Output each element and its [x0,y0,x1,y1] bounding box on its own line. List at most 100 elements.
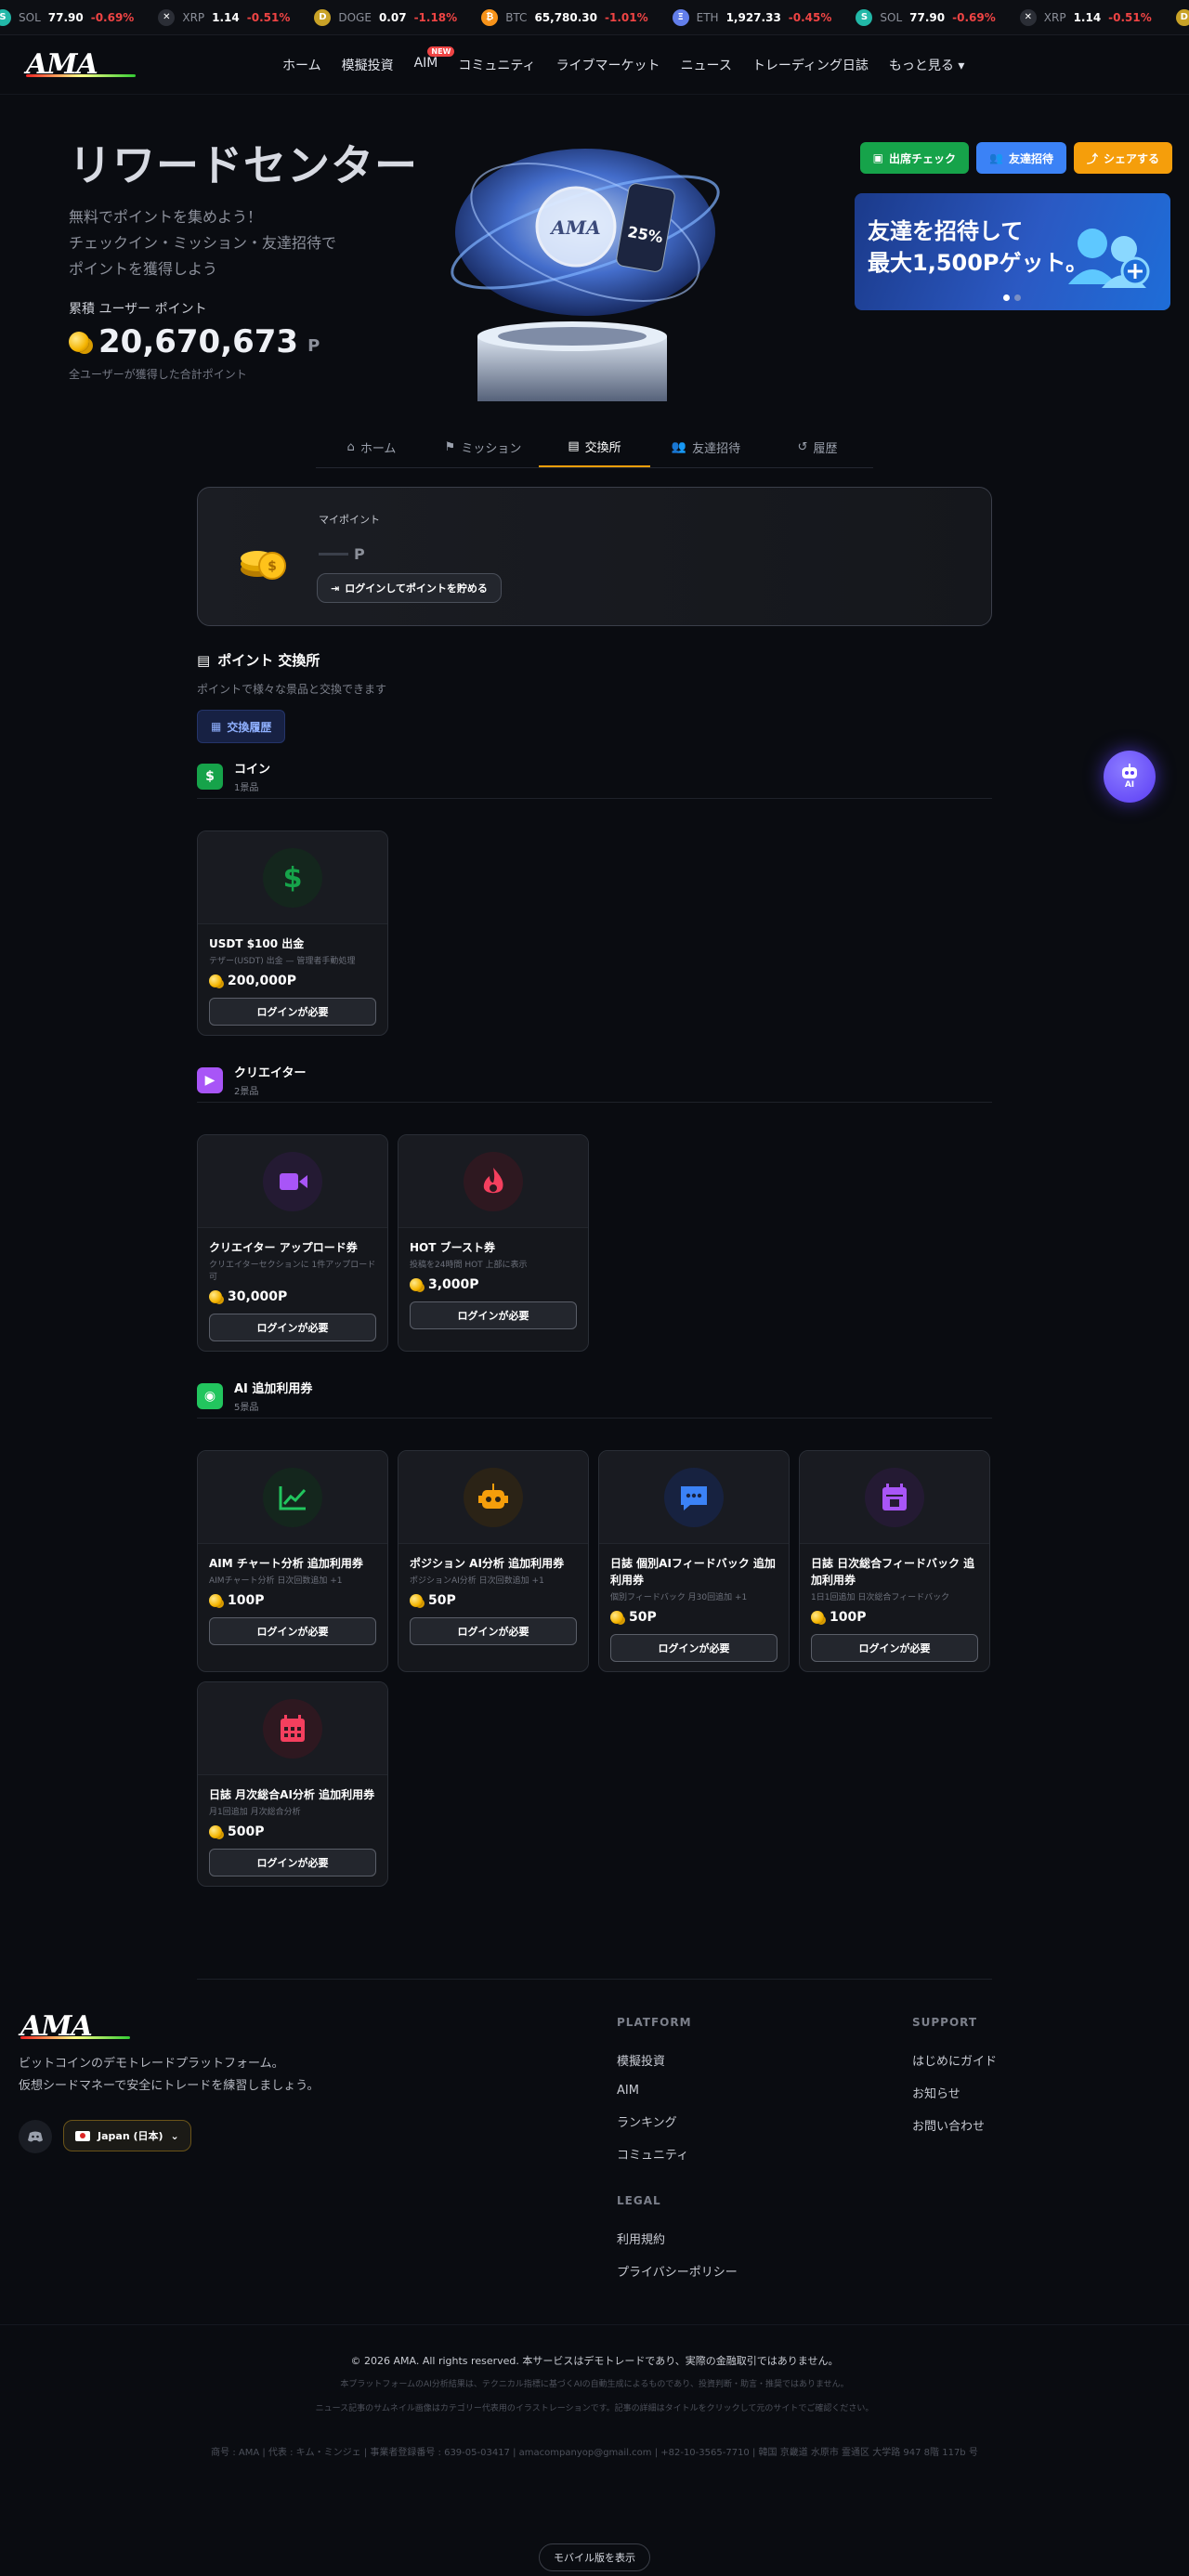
orb-logo-text: AMA [549,216,600,239]
product-card[interactable]: クリエイター アップロード券 クリエイターセクションに 1件アップロード可 30… [197,1134,388,1352]
product-card[interactable]: $ USDT $100 出金 テザー(USDT) 出金 — 管理者手動処理 20… [197,830,388,1036]
footer-desc-line: ビットコインのデモトレードプラットフォーム。 [19,2057,284,2071]
product-icon-wrap [263,1467,322,1527]
nav-more[interactable]: もっと見る ▾ [889,56,964,74]
share-icon: ⤴ [1086,151,1098,165]
ticker-item[interactable]: ₿ BTC 65,780.30 -1.01% [481,8,648,26]
chart-icon [279,1485,307,1510]
footer-support: SUPPORT はじめにガイド お知らせ お問い合わせ [912,2016,997,2149]
product-icon-wrap [464,1467,523,1527]
my-points-label: マイポイント [319,514,380,526]
tab-label: 交換所 [584,441,621,455]
login-required-button[interactable]: ログインが必要 [209,1849,376,1876]
tab-flag[interactable]: ⚑ ミッション [427,427,539,467]
category-icon: ◉ [197,1382,223,1409]
login-required-button[interactable]: ログインが必要 [410,1617,577,1645]
product-card[interactable]: AIM チャート分析 追加利用券 AIMチャート分析 日次回数追加 +1 100… [197,1450,388,1672]
login-required-button[interactable]: ログインが必要 [209,998,376,1026]
nav-home[interactable]: ホーム [282,56,321,74]
coin-icon: D [314,8,332,26]
history-icon: ↺ [797,440,808,454]
footer-desc-line: 仮想シードマネーで安全にトレードを練習しましょう。 [19,2079,320,2093]
category-count: 2景品 [234,1087,259,1097]
carousel-dot[interactable] [1003,294,1010,301]
home-icon: ⌂ [346,440,355,454]
login-required-button[interactable]: ログインが必要 [610,1634,777,1662]
login-required-button[interactable]: ログインが必要 [209,1617,376,1645]
ai-chat-button[interactable]: AI [1104,751,1156,803]
exchange-history-button[interactable]: ▦ 交換履歴 [197,710,286,743]
tab-label: 履歴 [813,442,838,456]
product-desc: 投稿を24時間 HOT 上部に表示 [410,1261,528,1270]
ticker-item[interactable]: D DOGE 0.07 -1.18% [314,8,457,26]
ticker-item[interactable]: S SOL 77.90 -0.69% [0,8,134,26]
footer-link[interactable]: ランキング [617,2112,692,2130]
coin-icon: ✕ [158,8,176,26]
nav-trading-journal[interactable]: トレーディング日誌 [752,56,869,74]
login-required-button[interactable]: ログインが必要 [811,1634,978,1662]
footer-logo[interactable]: AMA [20,2010,132,2043]
cumulative-note: 全ユーザーが獲得した合計ポイント [69,368,247,381]
robot-icon [1122,764,1137,778]
language-select[interactable]: Japan (日本) ⌄ [63,2120,191,2151]
product-grid: クリエイター アップロード券 クリエイターセクションに 1件アップロード可 30… [197,1134,992,1352]
hero-subtitle: 無料でポイントを集めよう！ チェックイン・ミッション・友達招待で ポイントを獲得… [69,204,336,282]
tab-shop[interactable]: ▤ 交換所 [539,427,650,467]
shop-icon: ▤ [568,439,580,453]
footer-link[interactable]: コミュニティ [617,2145,692,2163]
nav-community[interactable]: コミュニティ [458,56,535,74]
footer-link[interactable]: 模擬投資 [617,2051,692,2069]
attendance-button[interactable]: ▣ 出席チェック [859,142,969,174]
mobile-view-button[interactable]: モバイル版を表示 [539,2543,650,2571]
tab-home[interactable]: ⌂ ホーム [316,427,427,467]
login-earn-label: ログインしてポイントを貯める [345,582,488,595]
product-card[interactable]: ポジション AI分析 追加利用券 ポジションAI分析 日次回数追加 +1 50P… [398,1450,589,1672]
tab-history[interactable]: ↺ 履歴 [762,427,873,467]
product-points: 50P [428,1593,456,1608]
ticker-item[interactable]: ✕ XRP 1.14 -0.51% [1019,8,1152,26]
nav-live-market[interactable]: ライブマーケット [556,56,660,74]
logo[interactable]: AMA [26,48,137,81]
share-button[interactable]: ⤴ シェアする [1073,142,1172,174]
nav-news[interactable]: ニュース [681,56,732,74]
product-card[interactable]: 日誌 日次総合フィードバック 追加利用券 1日1回追加 日次総合フィードバック … [799,1450,990,1672]
cumulative-value: 20,670,673 [98,323,299,360]
nav-simulated-investing[interactable]: 模擬投資 [342,56,394,74]
category-section: ▶ クリエイター 2景品 クリエイター アップロード券 クリエイターセクションに … [197,1064,992,1352]
ticker-symbol: SOL [880,10,903,24]
footer-link[interactable]: 利用規約 [617,2229,738,2247]
user-plus-icon: 👥 [989,151,1003,164]
login-earn-button[interactable]: ⇥ ログインしてポイントを貯める [317,573,502,603]
flag-icon: ⚑ [444,440,456,454]
login-required-button[interactable]: ログインが必要 [410,1301,577,1329]
footer-link[interactable]: はじめにガイド [912,2051,997,2069]
product-card[interactable]: 日誌 月次総合AI分析 追加利用券 月1回追加 月次総合分析 500P ログイン… [197,1681,388,1887]
product-card[interactable]: 日誌 個別AIフィードバック 追加利用券 個別フィードバック 月30回追加 +1… [598,1450,790,1672]
invite-banner[interactable]: 友達を招待して 最大1,500Pゲット。 [855,193,1170,310]
footer-link[interactable]: AIM [617,2084,692,2098]
footer-link[interactable]: プライバシーポリシー [617,2262,738,2280]
exchange-heading: ▤ ポイント 交換所 [197,650,992,670]
coin-icon [811,1611,824,1624]
product-name: AIM チャート分析 追加利用券 [209,1557,363,1570]
carousel-dots[interactable] [1003,294,1021,301]
product-desc: 個別フィードバック 月30回追加 +1 [610,1593,748,1602]
ticker-item[interactable]: Ξ ETH 1,927.33 -0.45% [672,8,831,26]
category-count: 1景品 [234,783,259,793]
product-card[interactable]: HOT ブースト券 投稿を24時間 HOT 上部に表示 3,000P ログインが… [398,1134,589,1352]
ticker-item[interactable]: S SOL 77.90 -0.69% [856,8,996,26]
footer-link[interactable]: お知らせ [912,2084,997,2101]
ticker-item[interactable]: DD [1175,8,1189,26]
cumulative-label: 累積 ユーザー ポイント [69,302,207,317]
language-label: Japan (日本) [98,2130,163,2142]
discord-icon[interactable] [19,2120,52,2153]
nav-aim[interactable]: AIM NEW [413,46,455,74]
category-name: AI 追加利用券 [234,1382,313,1396]
carousel-dot[interactable] [1014,294,1021,301]
ticker-item[interactable]: ✕ XRP 1.14 -0.51% [158,8,290,26]
tab-users[interactable]: 👥 友達招待 [650,427,762,467]
login-required-button[interactable]: ログインが必要 [209,1314,376,1341]
invite-button[interactable]: 👥 友達招待 [976,142,1066,174]
nav-aim-label: AIM [413,55,438,71]
footer-link[interactable]: お問い合わせ [912,2116,997,2134]
